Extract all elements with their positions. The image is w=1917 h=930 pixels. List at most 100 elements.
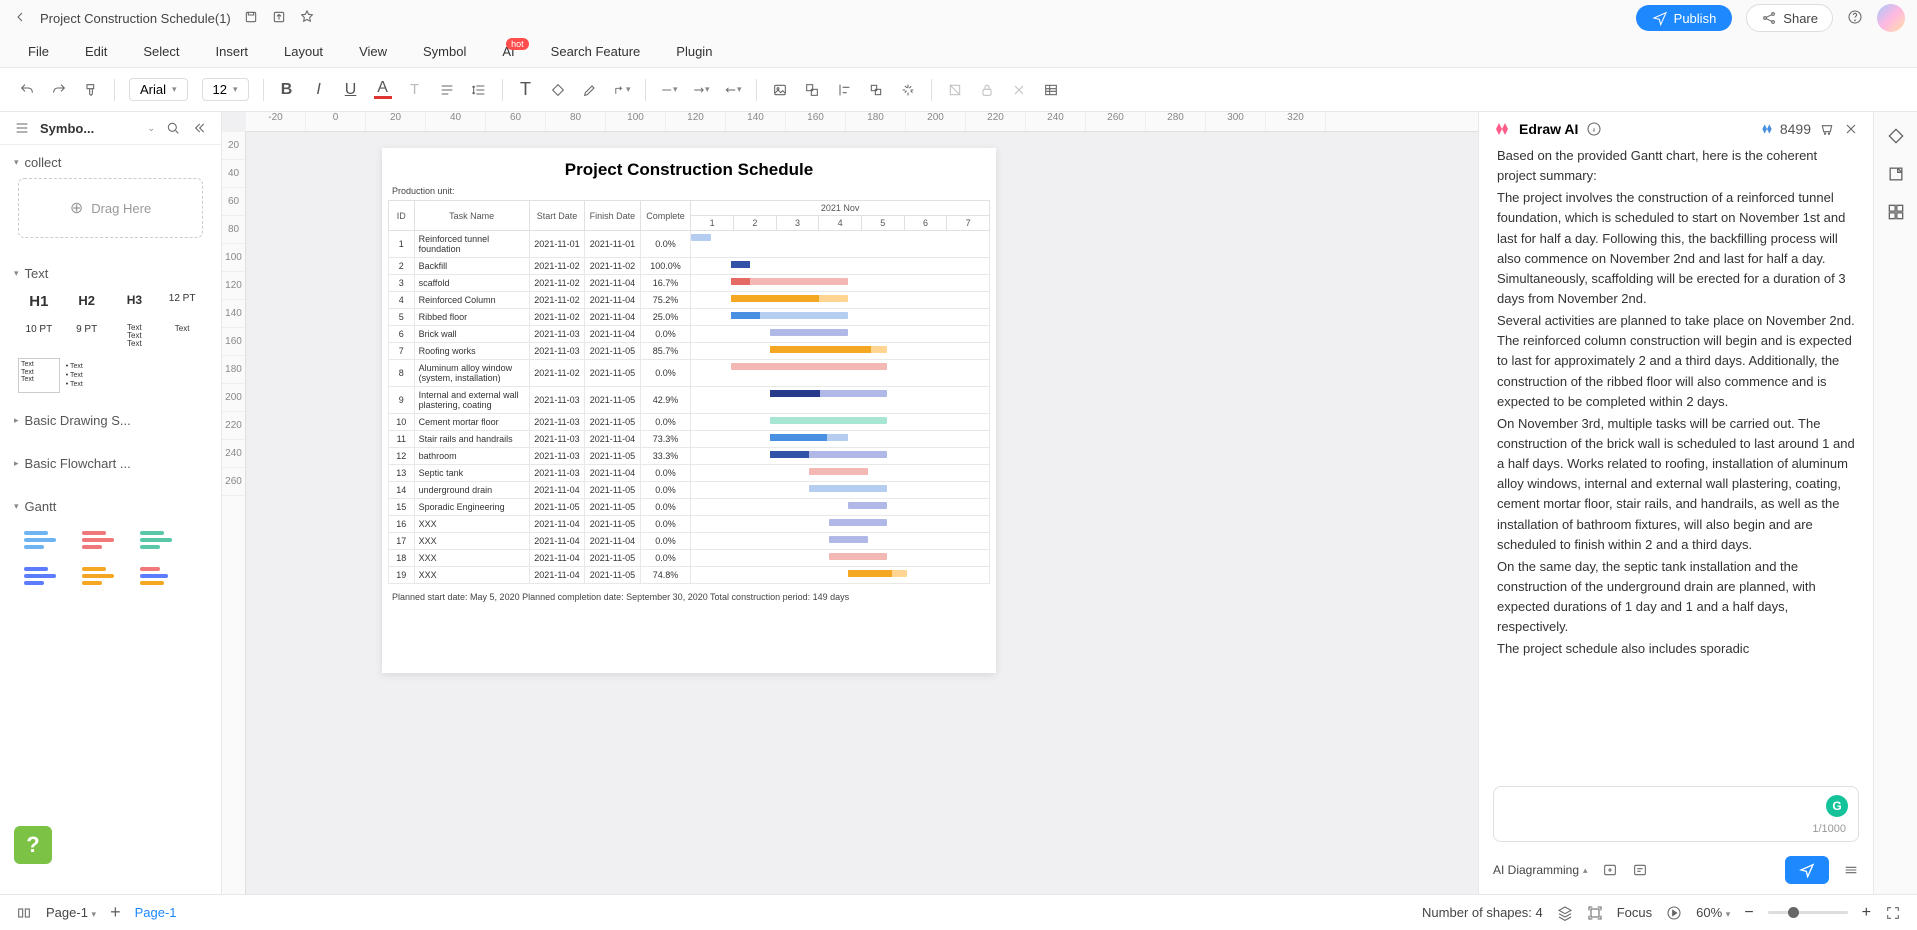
page-dropdown[interactable]: Page-1 ▾: [46, 905, 96, 920]
search-icon[interactable]: [165, 120, 181, 136]
pen-icon[interactable]: [581, 81, 599, 99]
gantt-swatch-1[interactable]: [24, 526, 64, 554]
lineheight-icon[interactable]: [470, 81, 488, 99]
section-basic-flowchart[interactable]: ▸Basic Flowchart ...: [14, 456, 207, 471]
gantt-swatch-5[interactable]: [82, 562, 122, 590]
combine-icon[interactable]: [867, 81, 885, 99]
menu-layout[interactable]: Layout: [284, 44, 323, 59]
rail-export-icon[interactable]: [1886, 164, 1906, 184]
undo-icon[interactable]: [18, 81, 36, 99]
underline-icon[interactable]: U: [342, 81, 360, 99]
add-page-icon[interactable]: +: [110, 902, 121, 923]
font-select[interactable]: Arial▾: [129, 78, 188, 101]
zoom-label[interactable]: 60% ▾: [1696, 905, 1730, 920]
back-icon[interactable]: [12, 9, 28, 28]
help-button[interactable]: ?: [14, 826, 52, 864]
menu-edit[interactable]: Edit: [85, 44, 107, 59]
align-icon[interactable]: [438, 81, 456, 99]
send-button[interactable]: [1785, 856, 1829, 884]
text-bullets[interactable]: • Text• Text• Text: [66, 358, 108, 393]
group-icon[interactable]: [803, 81, 821, 99]
text-9pt[interactable]: 9 PT: [66, 320, 108, 352]
text-multi[interactable]: TextTextText: [114, 320, 156, 352]
text-transform-icon[interactable]: T: [406, 81, 424, 99]
rail-grid-icon[interactable]: [1886, 202, 1906, 222]
italic-icon[interactable]: I: [310, 81, 328, 99]
help-icon[interactable]: [1847, 9, 1863, 28]
focus-label[interactable]: Focus: [1617, 905, 1652, 920]
grammarly-icon[interactable]: G: [1826, 795, 1848, 817]
save-icon[interactable]: [243, 9, 259, 28]
collapse-icon[interactable]: [191, 120, 207, 136]
text-10pt[interactable]: 10 PT: [18, 320, 60, 352]
arrow-start-icon[interactable]: ▾: [692, 81, 710, 99]
effects-icon[interactable]: [899, 81, 917, 99]
rail-diamond-icon[interactable]: [1886, 126, 1906, 146]
arrow-end-icon[interactable]: ▾: [724, 81, 742, 99]
format-painter-icon[interactable]: [82, 81, 100, 99]
image-icon[interactable]: [771, 81, 789, 99]
menu-select[interactable]: Select: [143, 44, 179, 59]
share-button[interactable]: Share: [1746, 4, 1833, 32]
ai-action1-icon[interactable]: [1602, 862, 1618, 878]
text-tiny[interactable]: Text: [161, 320, 203, 352]
layers-icon[interactable]: [1557, 905, 1573, 921]
menu-view[interactable]: View: [359, 44, 387, 59]
chevron-down-icon[interactable]: ⌄: [147, 123, 155, 134]
fullscreen-icon[interactable]: [1885, 905, 1901, 921]
gantt-swatch-3[interactable]: [140, 526, 180, 554]
fit-icon[interactable]: [1587, 905, 1603, 921]
menu-insert[interactable]: Insert: [216, 44, 249, 59]
text-12pt[interactable]: 12 PT: [161, 289, 203, 314]
pages-icon[interactable]: [16, 905, 32, 921]
gantt-swatch-2[interactable]: [82, 526, 122, 554]
lock-icon[interactable]: [978, 81, 996, 99]
zoom-out-icon[interactable]: −: [1744, 904, 1753, 922]
align-obj-icon[interactable]: [835, 81, 853, 99]
text-h1[interactable]: H1: [18, 289, 60, 314]
zoom-slider[interactable]: [1768, 911, 1848, 914]
ai-input[interactable]: G 1/1000: [1493, 786, 1859, 842]
present-icon[interactable]: [1666, 905, 1682, 921]
ai-diagramming-dropdown[interactable]: AI Diagramming▴: [1493, 863, 1588, 877]
section-text[interactable]: ▾Text: [14, 266, 207, 281]
section-basic-drawing[interactable]: ▸Basic Drawing S...: [14, 413, 207, 428]
star-icon[interactable]: [299, 9, 315, 28]
ai-action2-icon[interactable]: [1632, 862, 1648, 878]
section-collect[interactable]: ▾collect: [14, 155, 207, 170]
fontcolor-icon[interactable]: A: [374, 81, 392, 99]
export-icon[interactable]: [271, 9, 287, 28]
cart-icon[interactable]: [1819, 121, 1835, 137]
eyedropper-icon[interactable]: [946, 81, 964, 99]
text-block[interactable]: TextTextText: [18, 358, 60, 393]
fill-icon[interactable]: [549, 81, 567, 99]
line-style-icon[interactable]: ▾: [660, 81, 678, 99]
page-document[interactable]: Project Construction Schedule Production…: [382, 148, 996, 673]
connector-icon[interactable]: ▾: [613, 81, 631, 99]
expand-icon[interactable]: [1843, 862, 1859, 878]
canvas[interactable]: -200204060801001201401601802002202402602…: [222, 112, 1478, 894]
gantt-swatch-4[interactable]: [24, 562, 64, 590]
menu-plugin[interactable]: Plugin: [676, 44, 712, 59]
info-icon[interactable]: [1586, 121, 1602, 137]
table-icon[interactable]: [1042, 81, 1060, 99]
gantt-swatch-6[interactable]: [140, 562, 180, 590]
menu-symbol[interactable]: Symbol: [423, 44, 466, 59]
menu-file[interactable]: File: [28, 44, 49, 59]
menu-search[interactable]: Search Feature: [551, 44, 641, 59]
redo-icon[interactable]: [50, 81, 68, 99]
avatar[interactable]: [1877, 4, 1905, 32]
menu-ai[interactable]: AIhot: [502, 44, 514, 59]
publish-button[interactable]: Publish: [1636, 5, 1733, 31]
text-h2[interactable]: H2: [66, 289, 108, 314]
text-tool-icon[interactable]: T: [517, 81, 535, 99]
tools-icon[interactable]: [1010, 81, 1028, 99]
zoom-in-icon[interactable]: +: [1862, 904, 1871, 922]
text-h3[interactable]: H3: [114, 289, 156, 314]
bold-icon[interactable]: B: [278, 81, 296, 99]
drag-zone[interactable]: ⊕Drag Here: [18, 178, 203, 238]
page-tab[interactable]: Page-1: [135, 905, 177, 920]
section-gantt[interactable]: ▾Gantt: [14, 499, 207, 514]
fontsize-select[interactable]: 12▾: [202, 78, 249, 101]
close-icon[interactable]: [1843, 121, 1859, 137]
